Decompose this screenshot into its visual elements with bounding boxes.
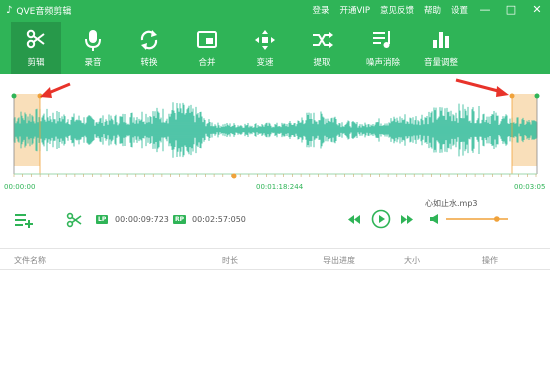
end-marker-handle[interactable] <box>534 93 540 99</box>
tool-convert-label: 转换 <box>140 58 158 68</box>
timeline-middle-label: 00:01:18:244 <box>256 183 304 191</box>
tool-cut-label: 剪辑 <box>27 58 45 68</box>
tool-noise-reduction[interactable]: 噪声消除 <box>356 28 410 74</box>
scissors-icon <box>11 22 61 56</box>
file-table-body <box>0 270 550 370</box>
volume-slider[interactable] <box>444 215 514 223</box>
merge-icon <box>182 28 232 56</box>
volume-slider-knob[interactable] <box>494 216 500 222</box>
column-export-progress[interactable]: 导出进度 <box>323 255 355 266</box>
tool-convert[interactable]: 转换 <box>124 28 174 74</box>
window-controls: — □ ✕ <box>478 3 544 17</box>
tool-record-label: 录音 <box>84 58 102 68</box>
tool-cut[interactable]: 剪辑 <box>11 22 61 74</box>
current-filename: 心如止水.mp3 <box>425 199 478 208</box>
tool-extract-label: 提取 <box>313 58 331 68</box>
right-point-handle[interactable] <box>509 93 515 99</box>
timeline-ticks <box>13 174 537 177</box>
tool-extract[interactable]: 提取 <box>297 28 347 74</box>
minimize-button[interactable]: — <box>478 3 492 17</box>
help-link[interactable]: 帮助 <box>424 4 441 16</box>
vip-link[interactable]: 开通VIP <box>340 4 370 16</box>
waveform-panel: 00:00:00 00:01:18:244 00:03:05 <box>0 74 550 194</box>
waveform-canvas[interactable] <box>0 74 550 194</box>
tool-speed[interactable]: 变速 <box>240 28 290 74</box>
tool-noise-reduction-label: 噪声消除 <box>365 58 400 68</box>
play-button[interactable] <box>371 209 391 232</box>
column-actions[interactable]: 操作 <box>482 255 498 266</box>
extract-icon <box>297 28 347 56</box>
tool-record[interactable]: 录音 <box>68 28 118 74</box>
tool-merge[interactable]: 合并 <box>182 28 232 74</box>
tool-volume-label: 音量调整 <box>423 58 458 68</box>
left-arrow-annotation <box>40 82 71 98</box>
speed-icon <box>240 28 290 56</box>
main-toolbar: 剪辑 录音 转换 合并 变速 提取 噪声消除 音量调整 <box>0 22 550 74</box>
title-bar: ♪ QVE音频剪辑 登录 开通VIP 意见反馈 帮助 设置 — □ ✕ <box>0 0 550 22</box>
waveform-path <box>13 102 538 158</box>
feedback-link[interactable]: 意见反馈 <box>380 4 414 16</box>
lp-time[interactable]: 00:00:09:723 <box>115 215 169 224</box>
timeline-end-label: 00:03:05 <box>514 183 546 191</box>
rewind-icon[interactable] <box>348 215 360 227</box>
add-file-icon[interactable] <box>14 212 34 231</box>
tool-volume[interactable]: 音量调整 <box>414 28 468 74</box>
timeline-start-label: 00:00:00 <box>4 183 36 191</box>
file-table-header: 文件名称 时长 导出进度 大小 操作 <box>0 248 550 270</box>
header-links: 登录 开通VIP 意见反馈 帮助 设置 <box>312 4 468 16</box>
tool-speed-label: 变速 <box>256 58 274 68</box>
start-marker-handle[interactable] <box>11 93 17 99</box>
settings-link[interactable]: 设置 <box>451 4 468 16</box>
rp-tag[interactable]: RP <box>173 215 187 224</box>
app-title: QVE音频剪辑 <box>16 7 72 17</box>
close-button[interactable]: ✕ <box>530 3 544 17</box>
volume-bars-icon <box>414 28 468 56</box>
editor-controls: LP 00:00:09:723 RP 00:02:57:050 心如止水.mp3 <box>0 196 550 246</box>
rp-time[interactable]: 00:02:57:050 <box>192 215 246 224</box>
noise-reduction-icon <box>356 28 410 56</box>
column-duration[interactable]: 时长 <box>222 255 238 266</box>
tool-merge-label: 合并 <box>198 58 216 68</box>
music-note-icon: ♪ <box>6 5 13 16</box>
waveform <box>13 102 538 158</box>
microphone-icon <box>68 28 118 56</box>
lp-tag[interactable]: LP <box>96 215 109 224</box>
app-title-group: ♪ QVE音频剪辑 <box>6 4 71 17</box>
speaker-icon[interactable] <box>430 214 441 227</box>
fast-forward-icon[interactable] <box>401 215 413 227</box>
maximize-button[interactable]: □ <box>504 3 518 17</box>
column-size[interactable]: 大小 <box>404 255 420 266</box>
right-arrow-annotation <box>455 78 509 97</box>
column-filename[interactable]: 文件名称 <box>14 255 46 266</box>
convert-arrows-icon <box>124 28 174 56</box>
playhead[interactable] <box>231 173 237 179</box>
login-link[interactable]: 登录 <box>312 4 329 16</box>
cut-scissors-icon[interactable] <box>66 212 82 231</box>
